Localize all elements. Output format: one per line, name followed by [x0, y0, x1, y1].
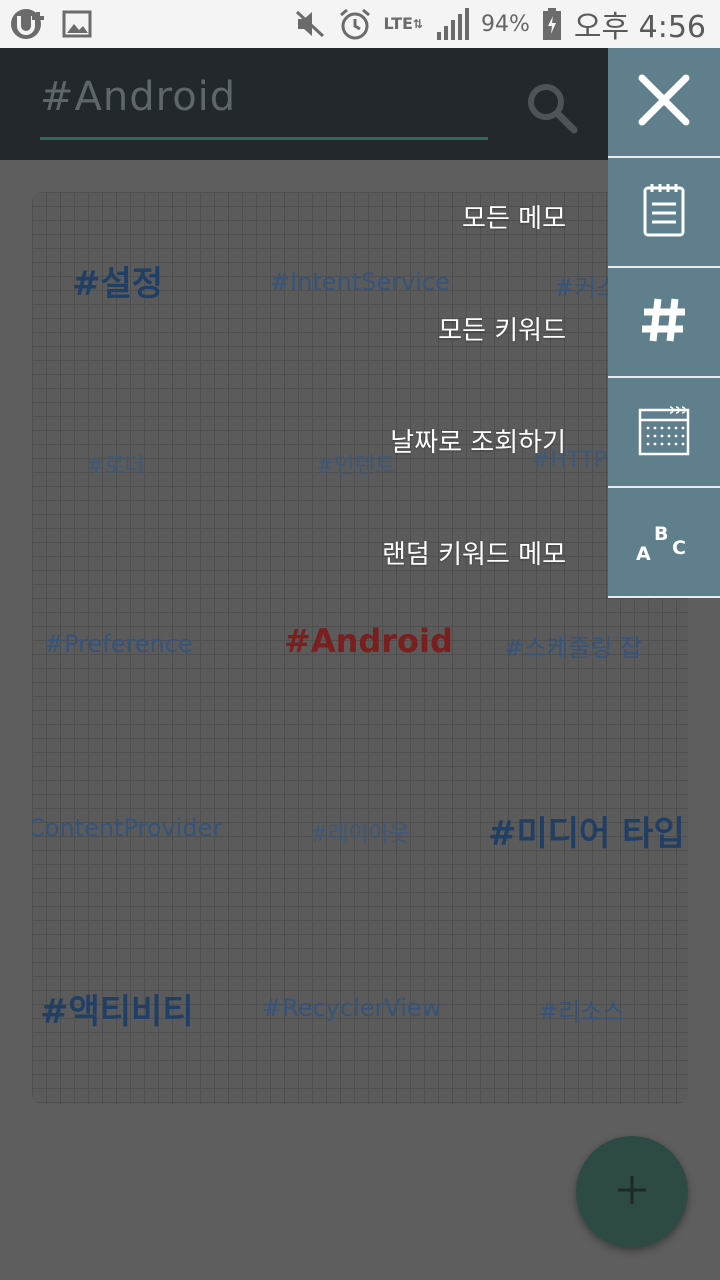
- keyword-tag[interactable]: #리소스: [538, 992, 624, 1027]
- add-memo-button[interactable]: [576, 1136, 688, 1248]
- search-by-date-button[interactable]: [608, 378, 720, 488]
- battery-percent: 94%: [480, 11, 530, 37]
- signal-icon: [435, 8, 469, 40]
- menu-label-all-memos[interactable]: 모든 메모: [462, 198, 566, 235]
- keyword-tag[interactable]: #Preference: [44, 630, 193, 658]
- status-bar-left: [8, 6, 92, 42]
- plus-icon: [614, 1172, 650, 1212]
- image-icon: [62, 9, 92, 39]
- all-memos-button[interactable]: [608, 158, 720, 268]
- keyword-tag[interactable]: #액티비티: [40, 984, 194, 1033]
- status-bar-right: LTE ⇅ 94% 오후 4:56: [294, 2, 706, 46]
- notepad-icon: [642, 182, 686, 242]
- menu-label-all-keywords[interactable]: 모든 키워드: [438, 310, 566, 347]
- close-menu-button[interactable]: [608, 48, 720, 158]
- keyword-tag[interactable]: #스케줄링 잡: [504, 628, 642, 663]
- menu-label-search-by-date[interactable]: 날짜로 조회하기: [390, 422, 566, 459]
- keyword-tag[interactable]: #레이아웃: [310, 816, 409, 848]
- keyword-tag[interactable]: #인텐트: [316, 448, 395, 480]
- random-keyword-memo-button[interactable]: A B C: [608, 488, 720, 598]
- clock: 오후 4:56: [573, 10, 706, 45]
- menu-label-random-keyword-memo[interactable]: 랜덤 키워드 메모: [382, 534, 566, 571]
- keyword-cloud: #설정 #IntentService #커스 #로더 #인텐트 #HTTP #P…: [32, 192, 688, 1104]
- keyword-tag[interactable]: #IntentService: [270, 268, 450, 296]
- all-keywords-button[interactable]: [608, 268, 720, 378]
- battery-icon: [542, 8, 562, 40]
- keyword-tag[interactable]: #미디어 타입: [488, 806, 685, 855]
- mute-icon: [294, 9, 326, 39]
- keyword-tag[interactable]: #로더: [86, 448, 145, 480]
- keyword-tag[interactable]: ContentProvider: [32, 814, 222, 842]
- u-plus-icon: [8, 6, 48, 42]
- keyword-tag-active[interactable]: #Android: [284, 622, 453, 660]
- search-icon[interactable]: [522, 78, 582, 138]
- keyword-tag[interactable]: #설정: [72, 256, 163, 305]
- floating-menu: A B C: [608, 48, 720, 598]
- status-bar: LTE ⇅ 94% 오후 4:56: [0, 0, 720, 48]
- abc-icon: A B C: [636, 523, 686, 565]
- network-type: LTE ⇅: [383, 14, 423, 33]
- hash-icon: [640, 296, 688, 348]
- keyword-tag[interactable]: #RecyclerView: [262, 994, 441, 1022]
- close-icon: [636, 72, 692, 132]
- calendar-icon: [638, 404, 690, 460]
- search-input[interactable]: #Android: [40, 72, 488, 140]
- alarm-icon: [338, 7, 372, 41]
